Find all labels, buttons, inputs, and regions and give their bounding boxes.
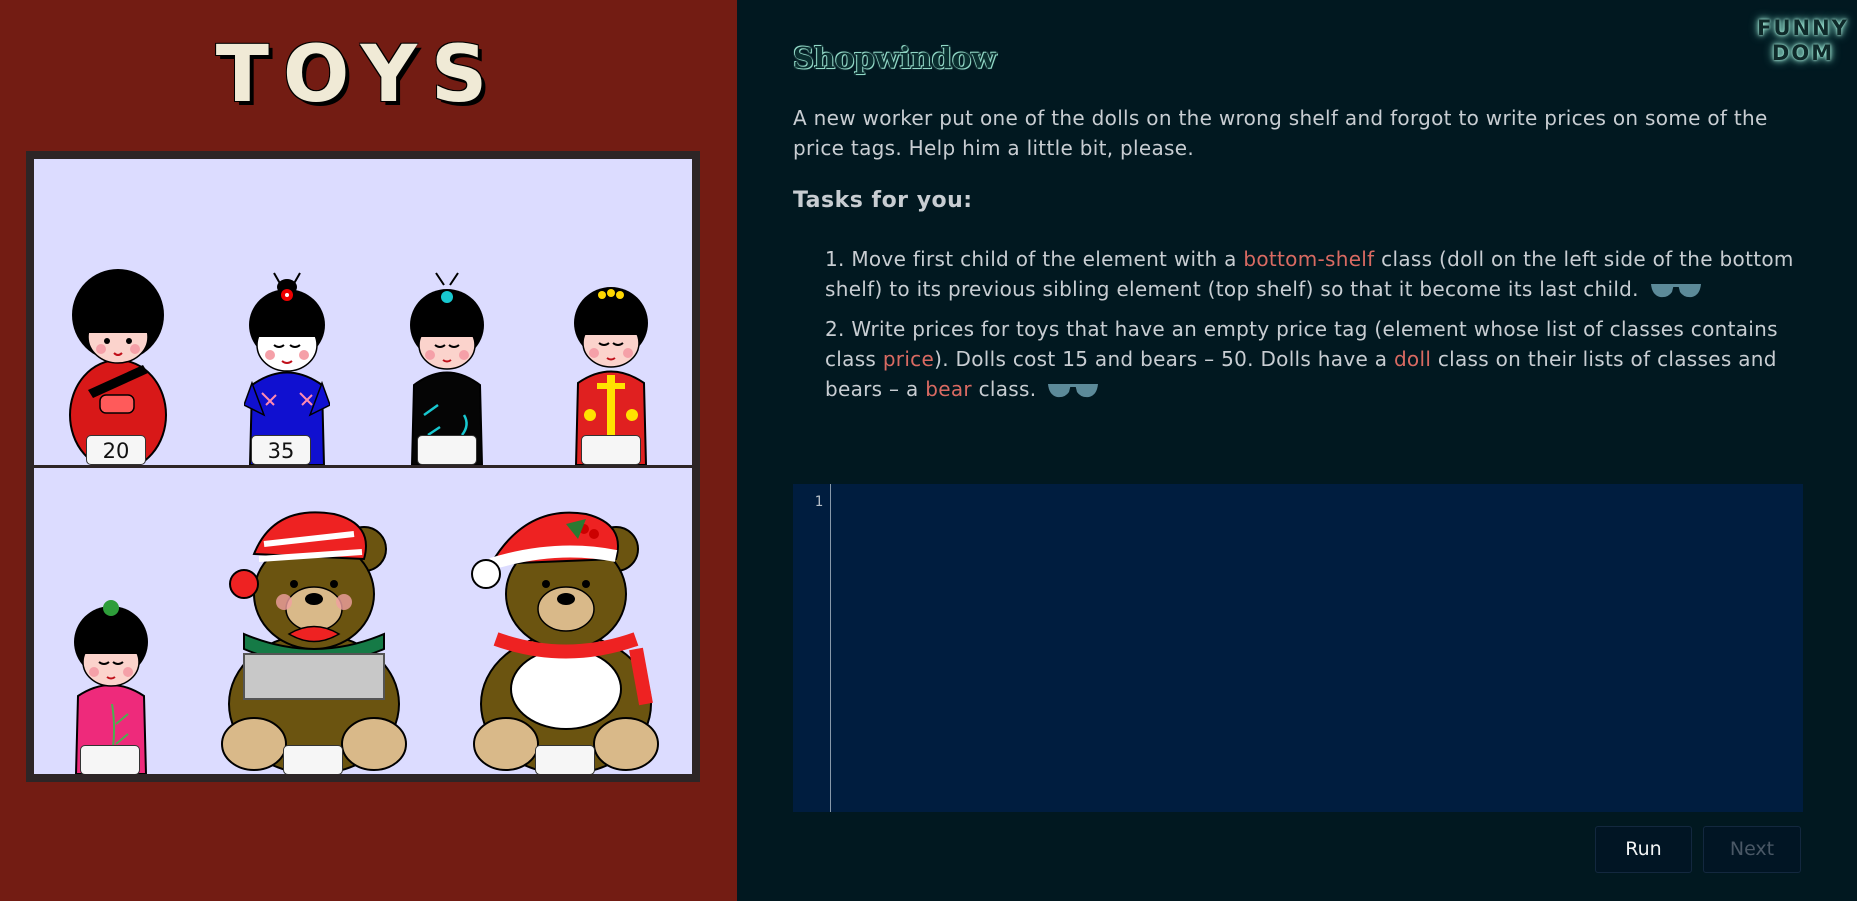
logo-line-2: DOM [1771,41,1835,65]
toy-scene-panel: TOYS 20 35 [0,0,737,901]
price-tag: 35 [251,435,311,465]
bear-santa [466,504,666,774]
page-title: Shopwindow [793,41,997,75]
funny-dom-logo[interactable]: FUNNY DOM [1757,16,1849,66]
price-tag [581,435,641,465]
task-2: 2. Write prices for toys that have an em… [825,314,1825,406]
code-editor[interactable]: 1 [793,484,1803,812]
price-tag [80,745,140,774]
bottom-shelf [34,468,692,774]
glasses-icon[interactable] [1650,276,1702,306]
logo-line-1: FUNNY [1757,16,1849,40]
code-keyword: price [882,347,935,371]
code-input-area[interactable] [831,484,1803,812]
line-number: 1 [814,494,823,510]
bear-gift [214,504,414,774]
run-button[interactable]: Run [1595,826,1692,873]
shop-cabinet: 20 35 [26,151,700,782]
price-tag: 20 [86,435,146,465]
tasks-heading: Tasks for you: [793,188,973,213]
next-button[interactable]: Next [1703,826,1801,873]
task-1-text: 1. Move first child of the element with … [825,247,1244,271]
intro-text: A new worker put one of the dolls on the… [793,106,1768,160]
price-tag [283,745,343,774]
instructions-panel: Shopwindow FUNNY DOM A new worker put on… [737,0,1857,901]
task-1: 1. Move first child of the element with … [825,244,1825,306]
code-keyword: doll [1393,347,1432,371]
top-shelf: 20 35 [34,159,692,465]
price-tag [417,435,477,465]
glasses-icon[interactable] [1047,376,1099,406]
task-2-text: class. [971,377,1037,401]
teddy-bear-santa-icon [471,511,659,774]
code-keyword: bear [925,377,972,401]
toys-title: TOYS [215,30,502,120]
code-keyword: bottom-shelf [1243,247,1375,271]
line-number-gutter: 1 [793,484,831,812]
task-2-text: ). Dolls cost 15 and bears – 50. Dolls h… [934,347,1394,371]
price-tag [535,745,595,774]
teddy-bear-gift-icon [221,511,407,774]
